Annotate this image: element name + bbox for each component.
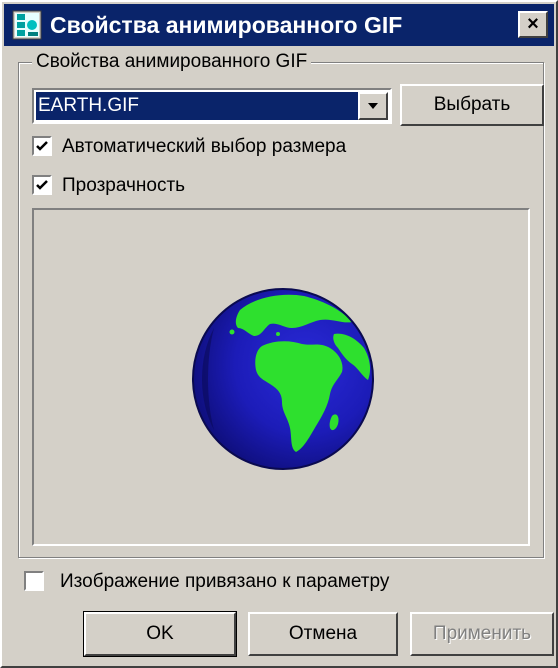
transparency-checkbox-row[interactable]: Прозрачность (32, 173, 332, 199)
file-select-value: EARTH.GIF (36, 92, 358, 120)
choose-file-label: Выбрать (433, 94, 511, 115)
title-bar[interactable]: Свойства анимированного GIF × (4, 4, 554, 46)
ok-label: OK (146, 623, 174, 644)
dialog-window: Свойства анимированного GIF × Свойства а… (0, 0, 558, 668)
checkmark-icon (36, 141, 48, 151)
window-title: Свойства анимированного GIF (50, 12, 403, 38)
bound-to-param-checkbox[interactable] (24, 571, 44, 591)
auto-size-checkbox[interactable] (32, 136, 52, 156)
apply-label: Применить (432, 623, 532, 644)
auto-size-checkbox-row[interactable]: Автоматический выбор размера (32, 134, 432, 160)
bound-to-param-checkbox-row[interactable]: Изображение привязано к параметру (24, 569, 544, 595)
ok-button[interactable]: OK (83, 611, 237, 657)
image-preview (32, 208, 530, 546)
group-legend: Свойства анимированного GIF (32, 50, 312, 74)
transparency-label: Прозрачность (62, 175, 186, 196)
apply-button[interactable]: Применить (410, 612, 554, 656)
gif-app-icon (12, 10, 42, 40)
file-select-dropdown-button[interactable] (358, 92, 388, 120)
auto-size-label: Автоматический выбор размера (62, 136, 347, 157)
cancel-button[interactable]: Отмена (248, 612, 398, 656)
bound-to-param-label: Изображение привязано к параметру (60, 571, 390, 592)
transparency-checkbox[interactable] (32, 175, 52, 195)
earth-globe-icon (192, 288, 374, 470)
close-button[interactable]: × (518, 11, 548, 38)
file-select[interactable]: EARTH.GIF (32, 88, 392, 124)
chevron-down-icon (368, 103, 378, 109)
choose-file-button[interactable]: Выбрать (400, 84, 544, 126)
checkmark-icon (36, 180, 48, 190)
cancel-label: Отмена (288, 623, 358, 644)
